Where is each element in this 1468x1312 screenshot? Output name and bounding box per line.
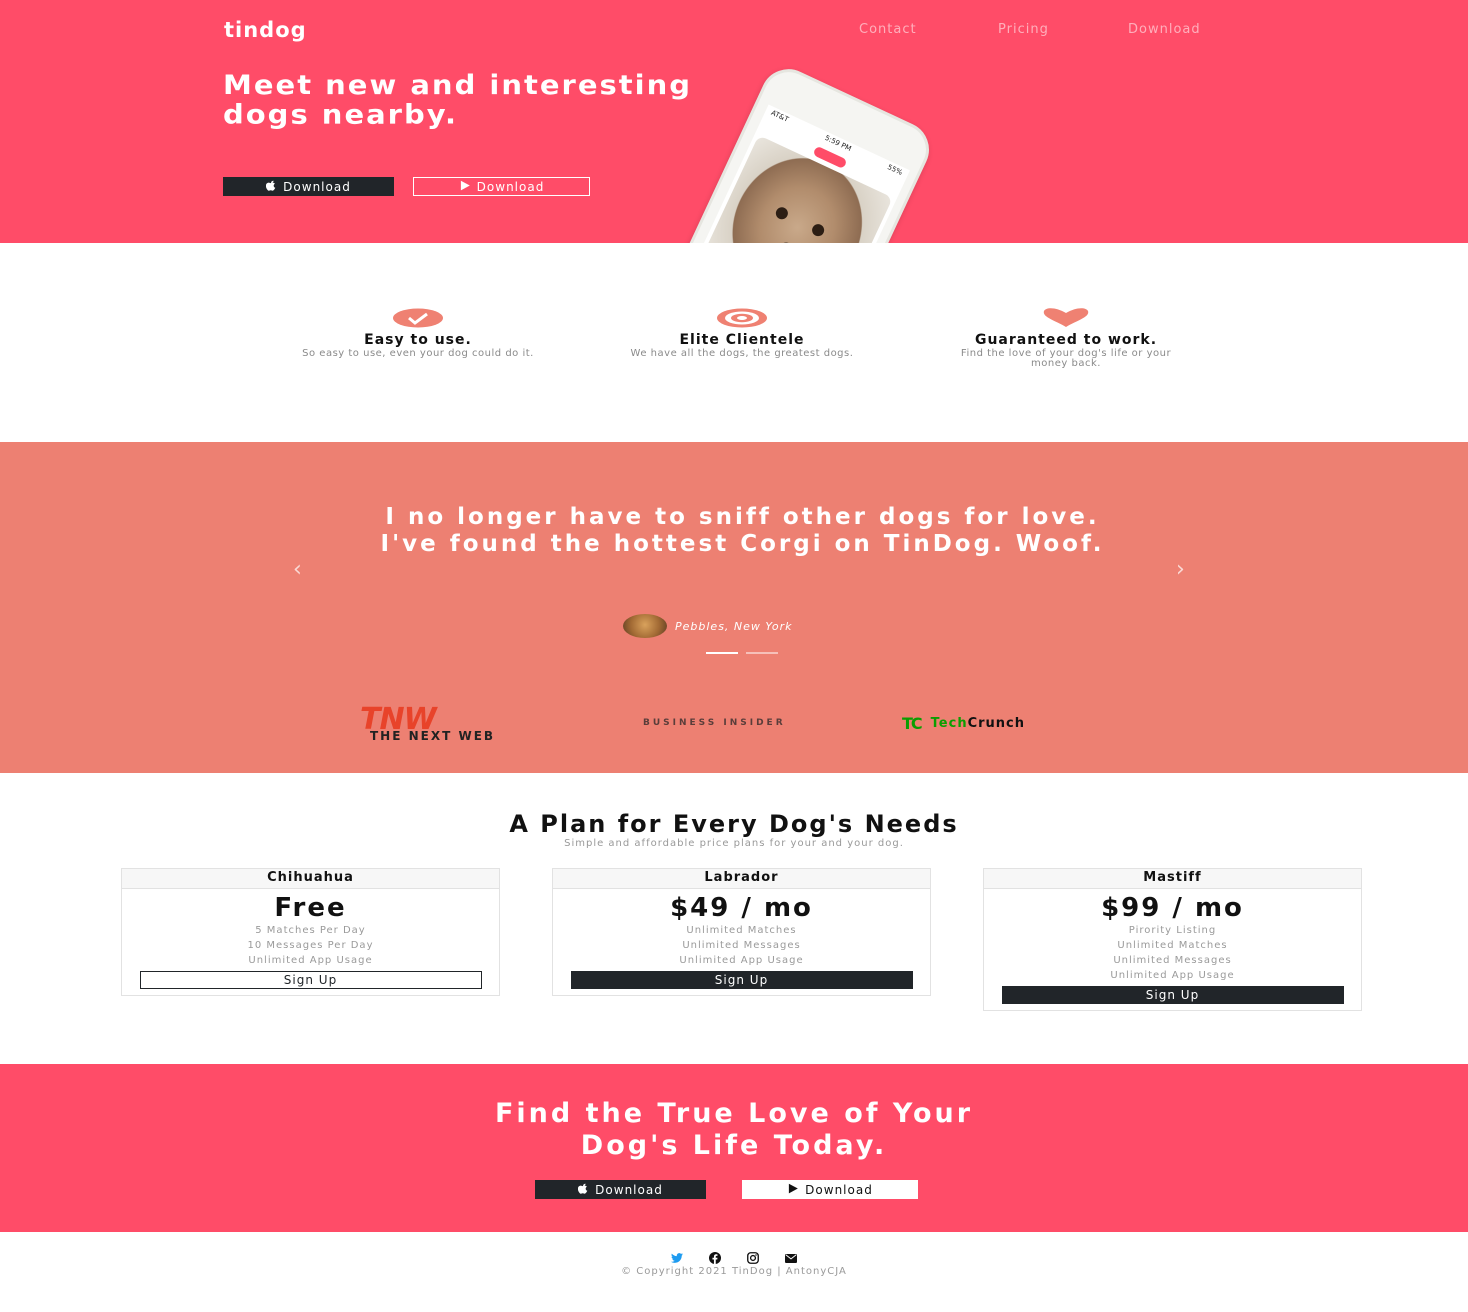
envelope-icon[interactable] bbox=[785, 1252, 797, 1264]
testimonial-section: ‹ I no longer have to sniff other dogs f… bbox=[0, 442, 1468, 773]
testimonial-quote: I no longer have to sniff other dogs for… bbox=[380, 504, 1105, 557]
feature-elite-clientele: Elite Clientele We have all the dogs, th… bbox=[612, 308, 872, 359]
techcrunch-word-crunch: Crunch bbox=[967, 716, 1026, 731]
techcrunch-logo-mark: TC bbox=[902, 714, 923, 733]
plan-name: Mastiff bbox=[984, 869, 1361, 889]
plan-feature: Unlimited App Usage bbox=[679, 955, 804, 966]
hero-title: Meet new and interesting dogs nearby. bbox=[223, 69, 692, 130]
twitter-icon[interactable] bbox=[671, 1252, 683, 1264]
copyright-text: © Copyright 2021 TinDog | AntonyCJA bbox=[621, 1266, 847, 1277]
tnw-logo: TNW THE NEXT WEB bbox=[360, 705, 582, 744]
avatar bbox=[623, 614, 667, 638]
feature-text: So easy to use, even your dog could do i… bbox=[302, 348, 534, 359]
techcrunch-logo: TC TechCrunch bbox=[902, 714, 1025, 733]
bullseye-icon bbox=[612, 308, 872, 332]
feature-title: Elite Clientele bbox=[679, 332, 805, 348]
nav-link-contact[interactable]: Contact bbox=[859, 22, 917, 37]
sign-up-button-mastiff[interactable]: Sign Up bbox=[1001, 986, 1344, 1004]
dog-nose bbox=[779, 240, 797, 243]
google-play-icon bbox=[459, 180, 471, 194]
plan-feature: Unlimited App Usage bbox=[248, 955, 373, 966]
plan-feature: 5 Matches Per Day bbox=[255, 925, 366, 936]
google-play-icon bbox=[787, 1183, 799, 1197]
social-links bbox=[0, 1252, 1468, 1264]
cta-play-download-button[interactable]: Download bbox=[742, 1180, 918, 1199]
plan-feature: Unlimited Messages bbox=[682, 940, 801, 951]
plan-features: Pirority Listing Unlimited Matches Unlim… bbox=[984, 923, 1361, 983]
heart-icon bbox=[936, 308, 1196, 332]
feature-title: Easy to use. bbox=[364, 332, 472, 348]
business-insider-logo: BUSINESS INSIDER bbox=[643, 718, 786, 728]
techcrunch-word-tech: Tech bbox=[930, 716, 968, 731]
instagram-icon[interactable] bbox=[747, 1252, 759, 1264]
hero-apple-download-button[interactable]: Download bbox=[223, 177, 394, 196]
hero-apple-download-label: Download bbox=[283, 179, 351, 194]
pricing-card-mastiff: Mastiff $99 / mo Pirority Listing Unlimi… bbox=[983, 868, 1362, 1011]
cta-title: Find the True Love of Your Dog's Life Tod… bbox=[494, 1098, 974, 1161]
plan-name: Chihuahua bbox=[122, 869, 499, 889]
sign-up-button-labrador[interactable]: Sign Up bbox=[570, 971, 913, 989]
pricing-title: A Plan for Every Dog's Needs bbox=[509, 810, 959, 838]
nav-link-pricing[interactable]: Pricing bbox=[998, 22, 1049, 37]
hero-section: tindog Contact Pricing Download Meet new… bbox=[0, 0, 1468, 243]
plan-features: Unlimited Matches Unlimited Messages Unl… bbox=[553, 923, 930, 968]
plan-feature: 10 Messages Per Day bbox=[247, 940, 374, 951]
plan-price: $49 / mo bbox=[670, 893, 813, 923]
feature-text: We have all the dogs, the greatest dogs. bbox=[630, 348, 854, 359]
sign-up-button-chihuahua[interactable]: Sign Up bbox=[139, 971, 482, 989]
feature-easy-to-use: Easy to use. So easy to use, even your d… bbox=[288, 308, 548, 359]
plan-feature: Pirority Listing bbox=[1128, 925, 1217, 936]
carousel-next-chevron-icon[interactable]: › bbox=[1176, 557, 1185, 582]
plan-price: $99 / mo bbox=[1101, 893, 1244, 923]
testimonial-author-name: Pebbles, New York bbox=[675, 619, 793, 633]
carousel-prev-chevron-icon[interactable]: ‹ bbox=[293, 557, 302, 582]
dog-eye-left bbox=[773, 205, 790, 222]
phone-mockup-image: AT&T 5:59 PM 55% bbox=[635, 60, 1120, 243]
brand-logo[interactable]: tindog bbox=[224, 18, 307, 42]
pricing-card-chihuahua: Chihuahua Free 5 Matches Per Day 10 Mess… bbox=[121, 868, 500, 996]
nav-link-download[interactable]: Download bbox=[1128, 22, 1201, 37]
plan-feature: Unlimited Matches bbox=[1117, 940, 1228, 951]
techcrunch-logo-word: TechCrunch bbox=[931, 716, 1025, 731]
tnw-logo-name: THE NEXT WEB bbox=[370, 729, 496, 743]
feature-text: Find the love of your dog's life or your… bbox=[960, 348, 1172, 369]
dog-eye-right bbox=[810, 222, 827, 239]
feature-guaranteed: Guaranteed to work. Find the love of you… bbox=[936, 308, 1196, 369]
plan-feature: Unlimited App Usage bbox=[1110, 970, 1235, 981]
plan-name: Labrador bbox=[553, 869, 930, 889]
pricing-card-labrador: Labrador $49 / mo Unlimited Matches Unli… bbox=[552, 868, 931, 996]
cta-apple-download-button[interactable]: Download bbox=[535, 1180, 706, 1199]
carousel-indicator-2[interactable] bbox=[746, 652, 778, 654]
plan-feature: Unlimited Messages bbox=[1113, 955, 1232, 966]
cta-play-download-label: Download bbox=[805, 1182, 873, 1197]
testimonial-author: Pebbles, New York bbox=[623, 614, 793, 638]
plan-price: Free bbox=[274, 893, 347, 923]
facebook-icon[interactable] bbox=[709, 1252, 721, 1264]
cta-apple-download-label: Download bbox=[595, 1182, 663, 1197]
plan-feature: Unlimited Matches bbox=[686, 925, 797, 936]
plan-features: 5 Matches Per Day 10 Messages Per Day Un… bbox=[122, 923, 499, 968]
cta-section: Find the True Love of Your Dog's Life Tod… bbox=[0, 1064, 1468, 1232]
pricing-subtitle: Simple and affordable price plans for yo… bbox=[564, 838, 904, 849]
check-circle-icon bbox=[288, 308, 548, 332]
apple-icon bbox=[266, 180, 277, 194]
feature-title: Guaranteed to work. bbox=[974, 332, 1158, 348]
hero-play-download-label: Download bbox=[476, 179, 545, 194]
apple-icon bbox=[578, 1183, 589, 1197]
hero-play-download-button[interactable]: Download bbox=[413, 177, 590, 196]
carousel-indicator-1[interactable] bbox=[706, 652, 738, 654]
